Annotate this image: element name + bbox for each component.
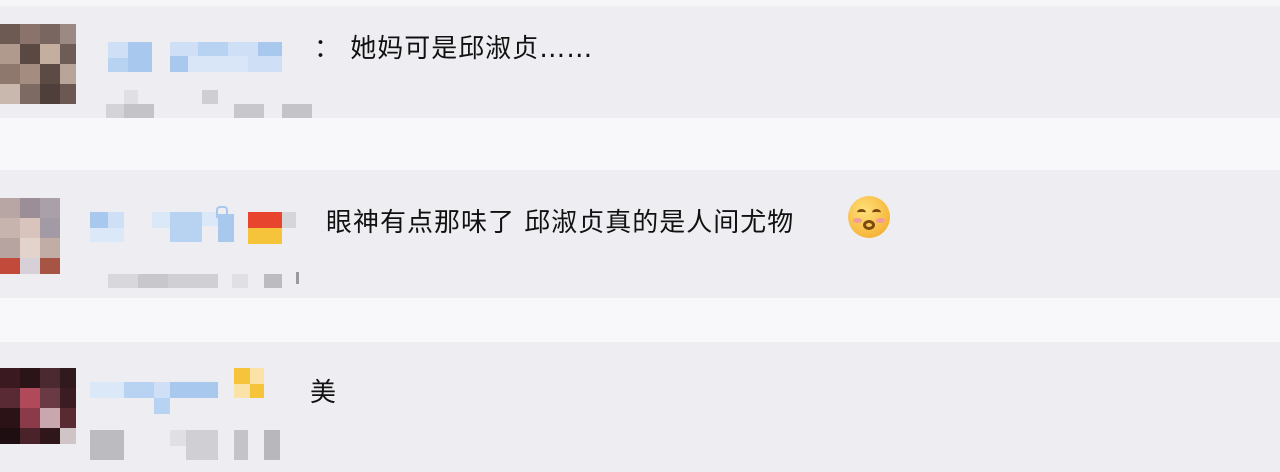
comment-text: 美 <box>310 378 338 408</box>
avatar[interactable] <box>0 198 60 274</box>
avatar[interactable] <box>0 24 76 104</box>
comment-text: 眼神有点那味了 邱淑贞真的是人间尤物 <box>326 208 795 238</box>
row-divider <box>0 298 1280 342</box>
blushing-face-emoji <box>848 196 890 238</box>
avatar[interactable] <box>0 368 76 444</box>
comment-text: ： 她妈可是邱淑贞…… <box>314 34 594 64</box>
row-divider <box>0 118 1280 170</box>
